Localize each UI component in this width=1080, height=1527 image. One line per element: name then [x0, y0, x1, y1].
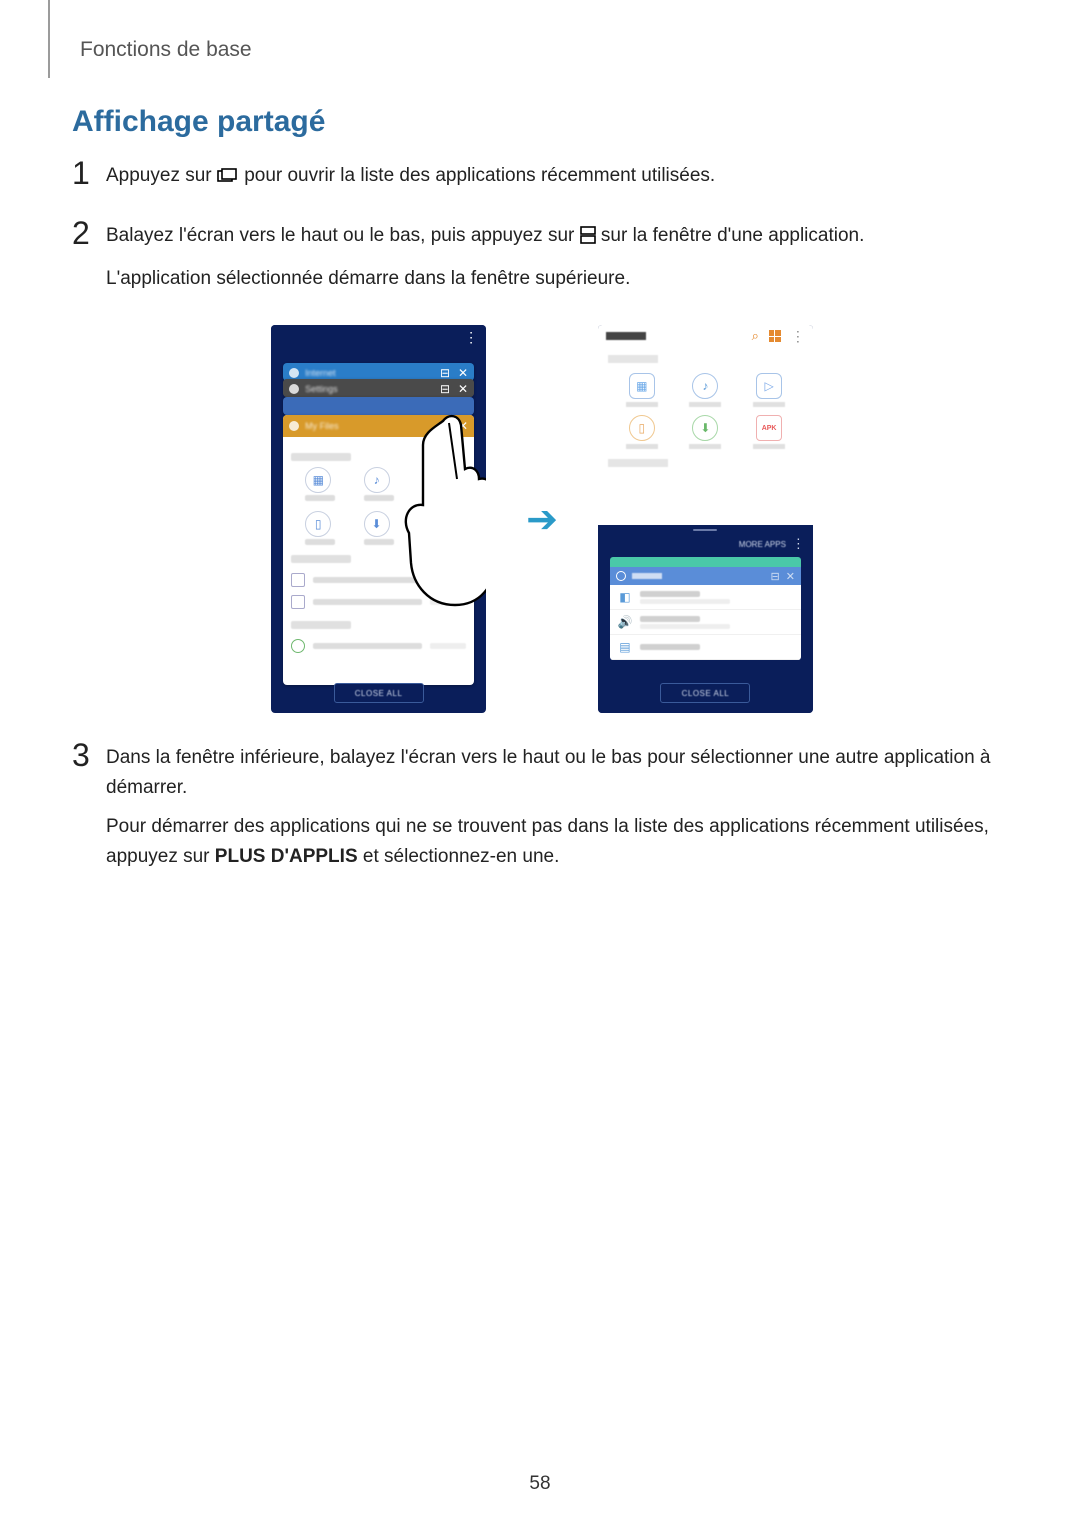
- split-icon: ⊟: [440, 419, 450, 433]
- app-title: [606, 332, 646, 340]
- close-all-button: CLOSE ALL: [334, 683, 424, 703]
- breadcrumb: Fonctions de base: [80, 38, 252, 62]
- figure: ⋮ Internet⊟✕ Settings⊟✕ My Files⊟✕ ▦ ♪ ▷…: [72, 325, 1012, 713]
- step-1: 1 Appuyez sur pour ouvrir la liste des a…: [72, 161, 1012, 203]
- top-pane-my-files: ⌕ ⋮ ▦ ♪ ▷ ▯ ⬇ APK: [598, 325, 813, 525]
- close-icon: ✕: [458, 419, 468, 433]
- step3-line2: Pour démarrer des applications qui ne se…: [106, 812, 1012, 871]
- gear-icon: [616, 571, 626, 581]
- split-divider: [598, 525, 813, 535]
- step2-line2: L'application sélectionnée démarre dans …: [106, 264, 1012, 293]
- step2-line1-after: sur la fenêtre d'une application.: [601, 225, 864, 246]
- page-number: 58: [529, 1473, 550, 1495]
- split-icon: ⊟: [440, 366, 450, 380]
- step1-text-before: Appuyez sur: [106, 165, 217, 186]
- step-number: 1: [72, 157, 106, 189]
- step1-text-after: pour ouvrir la liste des applications ré…: [244, 165, 715, 186]
- more-icon: ⋮: [791, 328, 805, 345]
- more-icon: ⋮: [464, 329, 478, 346]
- step2-line1-before: Balayez l'écran vers le haut ou le bas, …: [106, 225, 580, 246]
- step-number: 3: [72, 739, 106, 771]
- section-title: Affichage partagé: [72, 105, 1012, 139]
- step3-line1: Dans la fenêtre inférieure, balayez l'éc…: [106, 743, 1012, 802]
- step-3: 3 Dans la fenêtre inférieure, balayez l'…: [72, 743, 1012, 881]
- arrow-right-icon: ➔: [526, 497, 558, 542]
- step-2: 2 Balayez l'écran vers le haut ou le bas…: [72, 221, 1012, 303]
- page-left-rule: [48, 0, 50, 78]
- close-all-button: CLOSE ALL: [660, 683, 750, 703]
- search-icon: ⌕: [752, 328, 759, 344]
- grid-icon: [769, 330, 781, 342]
- recents-icon: [217, 164, 239, 193]
- phone-left-recents: ⋮ Internet⊟✕ Settings⊟✕ My Files⊟✕ ▦ ♪ ▷…: [271, 325, 486, 713]
- more-icon: ⋮: [792, 536, 805, 552]
- phone-right-splitview: ⌕ ⋮ ▦ ♪ ▷ ▯ ⬇ APK MORE APPS⋮: [598, 325, 813, 713]
- split-view-icon: [580, 224, 596, 253]
- close-icon: ✕: [458, 366, 468, 380]
- step-number: 2: [72, 217, 106, 249]
- bottom-pane-recents: MORE APPS⋮ ⊟✕ ◧ 🔊 ▤ CLOSE ALL: [598, 535, 813, 713]
